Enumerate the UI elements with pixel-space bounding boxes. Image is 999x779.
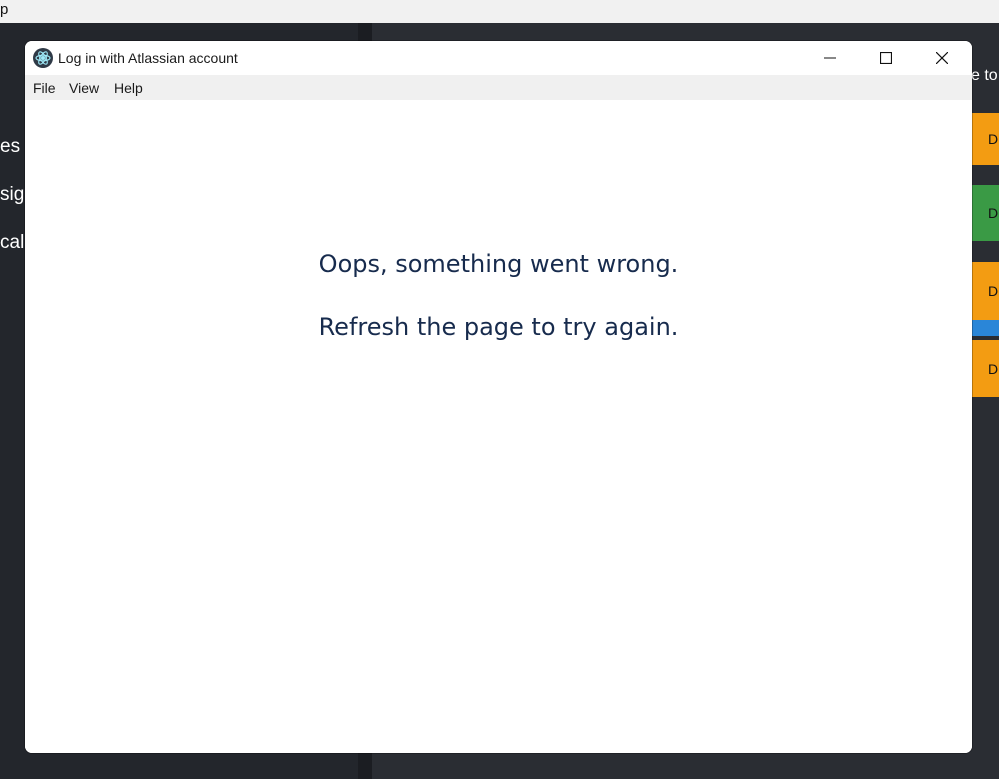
background-card-label: D xyxy=(988,283,999,299)
menu-file[interactable]: File xyxy=(33,80,56,96)
background-top-bar-text: p xyxy=(0,1,9,18)
background-card[interactable]: D xyxy=(971,262,999,320)
maximize-icon xyxy=(880,52,892,64)
electron-app-icon xyxy=(33,48,53,68)
background-header-text: e to xyxy=(971,67,998,84)
background-card[interactable]: D xyxy=(971,113,999,165)
background-card-label: D xyxy=(988,205,999,221)
background-strip xyxy=(971,320,999,336)
background-top-bar: p xyxy=(0,0,999,23)
background-card[interactable]: D xyxy=(971,340,999,397)
page-content: Oops, something went wrong. Refresh the … xyxy=(25,100,972,753)
close-button[interactable] xyxy=(914,41,970,75)
background-sidebar-item[interactable]: cal xyxy=(0,232,24,254)
close-icon xyxy=(936,52,948,64)
login-window: Log in with Atlassian account File View … xyxy=(25,41,972,753)
maximize-button[interactable] xyxy=(858,41,914,75)
window-title: Log in with Atlassian account xyxy=(58,50,238,66)
menu-view[interactable]: View xyxy=(69,80,99,96)
background-sidebar-item[interactable]: es xyxy=(0,136,20,158)
background-card[interactable]: D xyxy=(971,185,999,241)
title-bar[interactable]: Log in with Atlassian account xyxy=(25,41,972,75)
error-heading: Oops, something went wrong. xyxy=(318,250,679,278)
menu-bar: File View Help xyxy=(25,75,972,100)
background-card-label: D xyxy=(988,360,999,377)
menu-help[interactable]: Help xyxy=(114,80,143,96)
minimize-button[interactable] xyxy=(802,41,858,75)
minimize-icon xyxy=(824,57,836,59)
background-sidebar-item[interactable]: sig xyxy=(0,184,24,206)
background-card-label: D xyxy=(988,131,999,147)
error-instruction: Refresh the page to try again. xyxy=(318,313,679,341)
